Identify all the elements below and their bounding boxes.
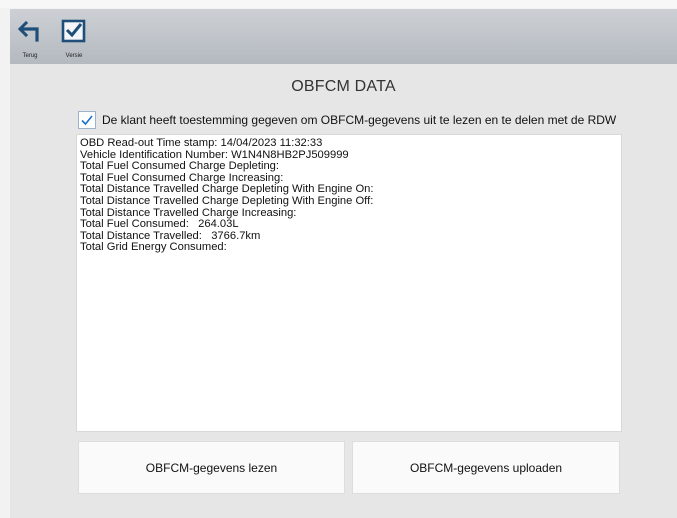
consent-checkbox-row[interactable]: De klant heeft toestemming gegeven om OB… xyxy=(78,111,677,131)
consent-checkbox[interactable] xyxy=(78,111,96,129)
consent-label: De klant heeft toestemming gegeven om OB… xyxy=(102,113,617,127)
upload-obfcm-button-label: OBFCM-gegevens uploaden xyxy=(409,460,563,475)
check-icon xyxy=(81,115,93,126)
obd-readout-textarea[interactable]: OBD Read-out Time stamp: 14/04/2023 11:3… xyxy=(76,134,622,432)
version-button[interactable]: Versie xyxy=(54,9,94,64)
back-button-label: Terug xyxy=(22,53,38,59)
back-arrow-icon xyxy=(17,20,39,42)
main-panel: OBFCM DATA De klant heeft toestemming ge… xyxy=(10,64,677,518)
version-button-label: Versie xyxy=(65,53,83,59)
top-strip xyxy=(0,0,677,8)
read-obfcm-button-label: OBFCM-gegevens lezen xyxy=(145,460,278,475)
readout-line: OBD Read-out Time stamp: 14/04/2023 11:3… xyxy=(80,137,323,149)
upload-obfcm-button[interactable]: OBFCM-gegevens uploaden xyxy=(352,441,620,494)
read-obfcm-button[interactable]: OBFCM-gegevens lezen xyxy=(78,441,345,494)
page-title: OBFCM DATA xyxy=(291,78,396,95)
checkbox-check-icon xyxy=(61,19,86,43)
back-button[interactable]: Terug xyxy=(10,9,50,64)
readout-line: Total Fuel Consumed: 264.03L xyxy=(80,218,239,231)
readout-line: Total Grid Energy Consumed: xyxy=(80,241,227,254)
readout-line: Total Distance Travelled Charge Depletin… xyxy=(80,194,374,207)
toolbar: Terug Versie xyxy=(10,9,677,65)
